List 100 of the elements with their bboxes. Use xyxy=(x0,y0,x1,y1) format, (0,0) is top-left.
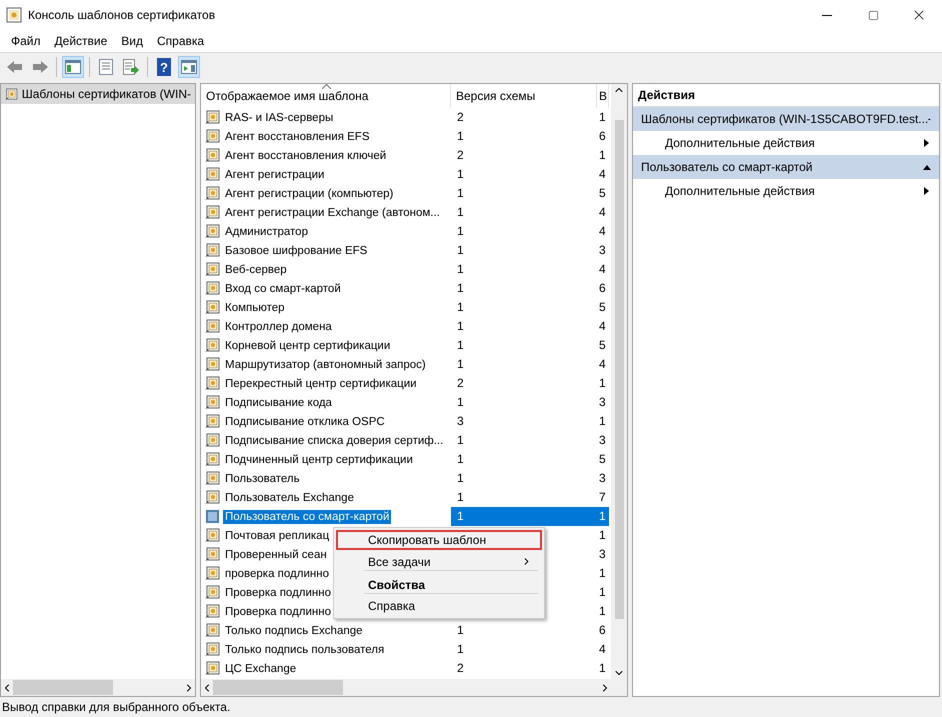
template-name[interactable]: Корневой центр сертификации xyxy=(223,338,392,352)
version-cell-text: 1 xyxy=(456,641,465,658)
template-name[interactable]: Подписывание отклика OSPC xyxy=(223,414,387,428)
template-name[interactable]: Веб-сервер xyxy=(223,262,289,276)
column-header[interactable]: Версия схемы xyxy=(451,84,597,108)
menu-item[interactable]: Действие xyxy=(48,34,114,48)
tree-item[interactable]: Шаблоны сертификатов (WIN- xyxy=(1,84,195,104)
version-cell-text: 3 xyxy=(456,413,465,430)
version-cell-text: 1 xyxy=(456,451,465,468)
certificate-icon xyxy=(205,490,220,505)
menu-item[interactable]: Вид xyxy=(114,34,150,48)
template-name[interactable]: Только подпись Exchange xyxy=(223,624,365,638)
forward-arrow-icon xyxy=(32,60,48,74)
table-cell-text: 1 xyxy=(598,527,607,544)
table-cell-text: 1 xyxy=(598,660,607,677)
back-arrow-icon xyxy=(7,60,23,74)
certificate-icon xyxy=(205,224,220,239)
template-name[interactable]: Агент регистрации xyxy=(223,168,326,182)
version-cell-text: 2 xyxy=(456,660,465,677)
certificate-icon xyxy=(205,243,220,258)
version-cell-text: 1 xyxy=(456,166,465,183)
table-cell-text: 7 xyxy=(598,489,607,506)
toolbar-button[interactable] xyxy=(62,56,84,78)
column-header[interactable]: Отображаемое имя шаблона xyxy=(201,84,451,108)
version-cell-text: 1 xyxy=(456,337,465,354)
scrollbar-thumb[interactable] xyxy=(614,120,624,619)
action-section-header[interactable]: Шаблоны сертификатов (WIN-1S5CABOT9FD.test... xyxy=(633,107,939,131)
certificate-icon xyxy=(205,205,220,220)
column-header[interactable]: В xyxy=(597,84,609,108)
template-name[interactable]: Подписывание списка доверия сертиф... xyxy=(223,434,446,448)
version-cell-text: 1 xyxy=(456,394,465,411)
menu-item[interactable]: Файл xyxy=(4,34,48,48)
certificate-icon xyxy=(205,319,220,334)
toolbar-button[interactable] xyxy=(120,56,142,78)
version-cell-text: 1 xyxy=(456,318,465,335)
template-name[interactable]: Агент регистрации Exchange (автоном... xyxy=(223,206,442,220)
template-name[interactable]: Проверенный сеан xyxy=(223,548,329,562)
template-name[interactable]: Почтовая репликац xyxy=(223,528,332,542)
table-cell-text: 4 xyxy=(598,318,607,335)
action-item[interactable]: Дополнительные действия xyxy=(633,179,939,203)
export-list-icon xyxy=(123,59,139,75)
toolbar-button[interactable] xyxy=(178,56,200,78)
toolbar-button[interactable]: ? xyxy=(153,56,175,78)
table-cell-text: 5 xyxy=(598,337,607,354)
table-cell-text: 3 xyxy=(598,470,607,487)
template-name[interactable]: Базовое шифрование EFS xyxy=(223,244,370,258)
template-name[interactable]: ЦС Exchange xyxy=(223,662,298,676)
expand-triangle-icon xyxy=(923,187,931,195)
table-cell-text: 6 xyxy=(598,128,607,145)
certificate-icon xyxy=(205,357,220,372)
table-cell-text: 3 xyxy=(598,432,607,449)
table-cell-text: 1 xyxy=(598,109,607,126)
certificate-icon xyxy=(205,262,220,277)
template-name[interactable]: Маршрутизатор (автономный запрос) xyxy=(223,358,428,372)
template-name[interactable]: Агент восстановления EFS xyxy=(223,130,372,144)
table-cell-text: 6 xyxy=(598,622,607,639)
template-name[interactable]: Подписывание кода xyxy=(223,396,334,410)
version-cell-text: 1 xyxy=(456,242,465,259)
action-section-header[interactable]: Пользователь со смарт-картой xyxy=(633,155,939,179)
template-name[interactable]: проверка подлинно xyxy=(223,566,331,580)
template-name[interactable]: Агент восстановления ключей xyxy=(223,148,388,162)
template-name[interactable]: Перекрестный центр сертификации xyxy=(223,376,419,390)
template-name[interactable]: Агент регистрации (компьютер) xyxy=(223,186,396,200)
template-name[interactable]: Вход со смарт-картой xyxy=(223,282,343,296)
version-cell-text: 1 xyxy=(456,204,465,221)
table-cell-text: 1 xyxy=(598,147,607,164)
certificate-icon xyxy=(205,186,220,201)
menu-item[interactable]: Справка xyxy=(150,34,212,48)
template-name[interactable]: Проверка подлинно xyxy=(223,586,334,600)
table-cell-text: 4 xyxy=(598,356,607,373)
template-name[interactable]: Пользователь Exchange xyxy=(223,490,356,504)
table-cell-text: 1 xyxy=(598,584,607,601)
certificate-icon xyxy=(205,433,220,448)
table-cell-text: 3 xyxy=(598,546,607,563)
template-name[interactable]: Подчиненный центр сертификации xyxy=(223,452,415,466)
version-cell-text: 1 xyxy=(456,622,465,639)
scrollbar-thumb[interactable] xyxy=(213,680,343,695)
certificate-icon xyxy=(205,376,220,391)
template-name[interactable]: RAS- и IAS-серверы xyxy=(223,110,336,124)
version-cell-text: 1 xyxy=(456,280,465,297)
template-name[interactable]: Проверка подлинно xyxy=(223,604,334,618)
certificate-icon xyxy=(205,566,220,581)
template-name[interactable]: Только подпись пользователя xyxy=(223,642,386,656)
version-cell-text: 1 xyxy=(456,356,465,373)
context-menu-item[interactable]: Скопировать шаблон xyxy=(336,530,542,550)
template-name[interactable]: Контроллер домена xyxy=(223,320,334,334)
template-name[interactable]: Пользователь со смарт-картой xyxy=(223,510,392,524)
version-cell-text: 1 xyxy=(456,299,465,316)
certificate-icon xyxy=(5,86,18,102)
context-menu-item[interactable]: Справка xyxy=(336,596,542,616)
collapse-triangle-icon xyxy=(923,163,931,171)
table-cell-text: 5 xyxy=(598,185,607,202)
template-name[interactable]: Компьютер xyxy=(223,300,287,314)
table-cell-text: 5 xyxy=(598,451,607,468)
scrollbar-thumb[interactable] xyxy=(13,680,113,695)
action-item[interactable]: Дополнительные действия xyxy=(633,131,939,155)
template-name[interactable]: Администратор xyxy=(223,224,310,238)
expand-triangle-icon xyxy=(923,139,931,147)
table-cell-text: 4 xyxy=(598,641,607,658)
template-name[interactable]: Пользователь xyxy=(223,472,302,486)
